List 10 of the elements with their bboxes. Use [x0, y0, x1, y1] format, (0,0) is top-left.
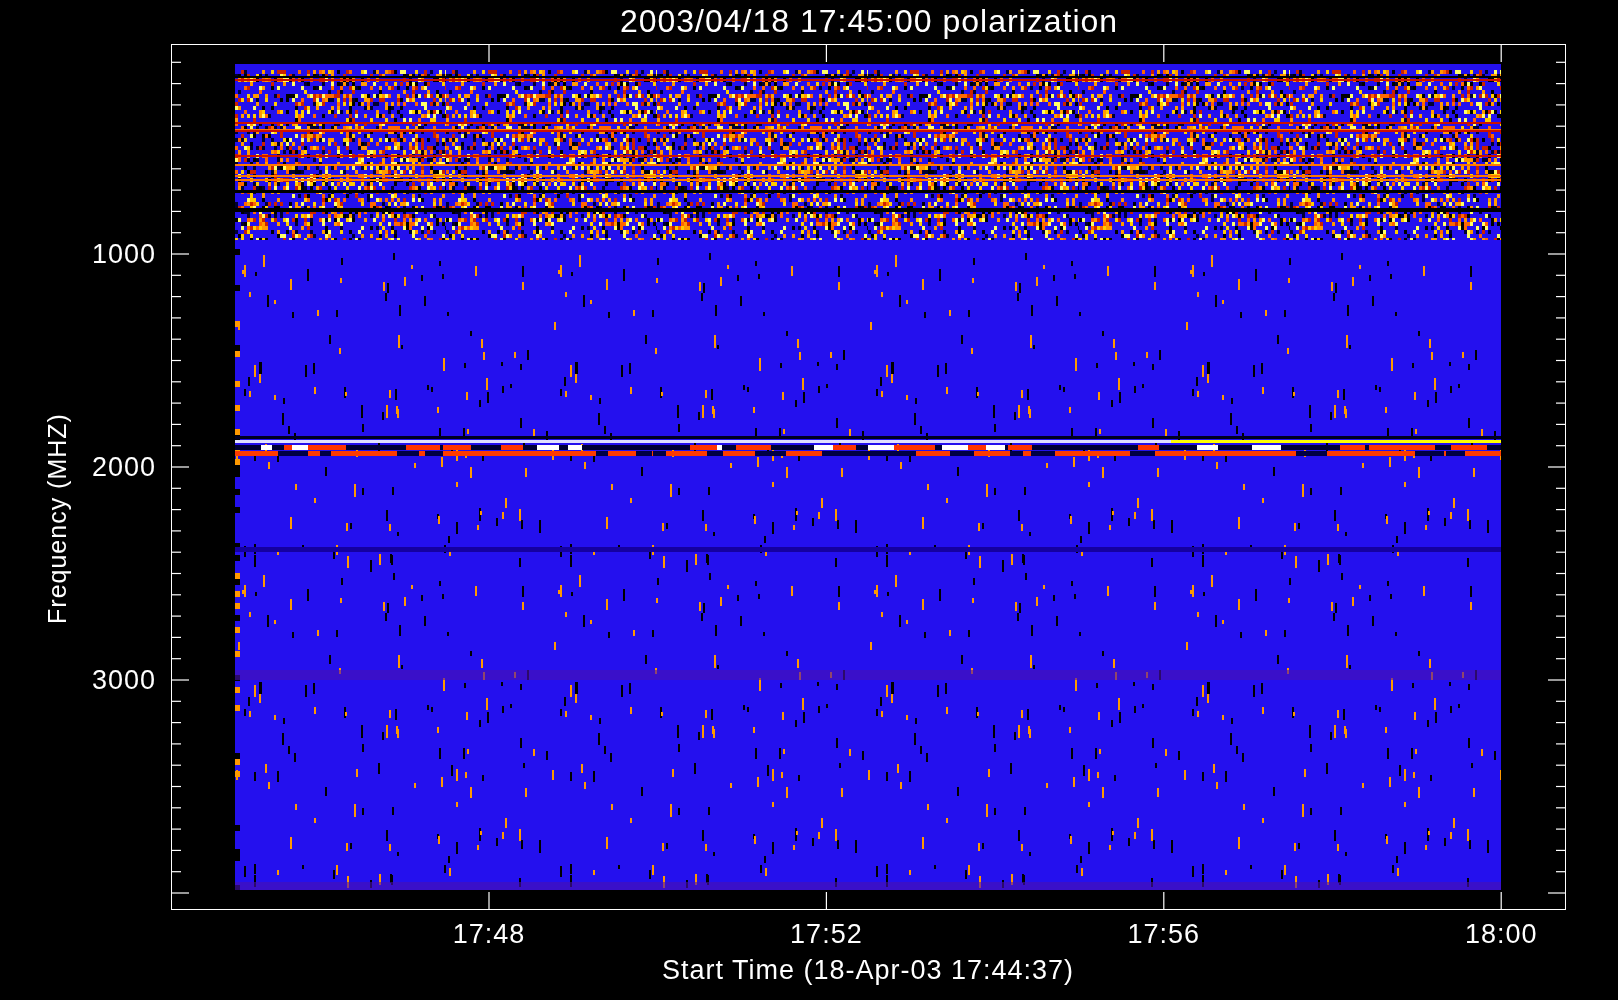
x-tick-label: 17:52: [790, 919, 863, 950]
plot-title: 2003/04/18 17:45:00 polarization: [619, 3, 1119, 40]
y-axis-label: Frequency (MHZ): [42, 412, 72, 624]
x-tick-label: 17:48: [452, 919, 526, 950]
x-tick-label: 17:56: [1127, 919, 1201, 950]
y-tick-label: 1000: [91, 238, 156, 270]
y-tick-label: 3000: [91, 664, 156, 696]
x-tick-label: 18:00: [1464, 919, 1538, 950]
y-tick-label: 2000: [91, 451, 156, 483]
x-axis-label: Start Time (18-Apr-03 17:44:37): [661, 955, 1075, 986]
